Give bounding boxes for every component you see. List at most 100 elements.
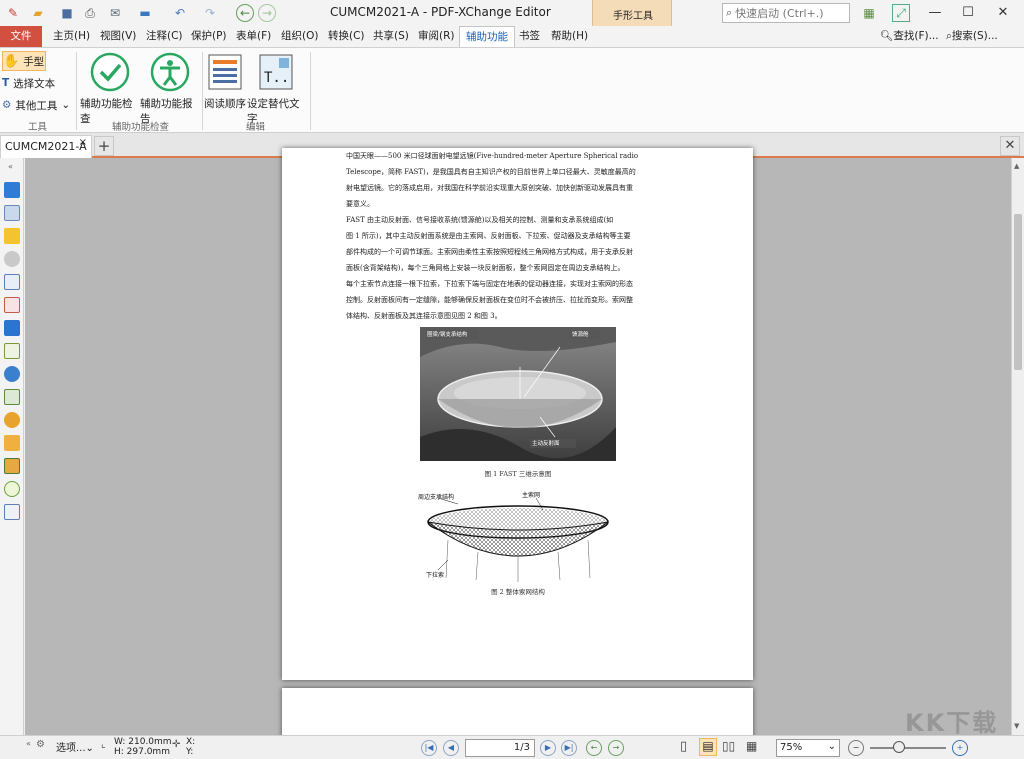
redo-icon[interactable]: ↷ bbox=[200, 4, 220, 22]
menu-help[interactable]: 帮助(H) bbox=[551, 26, 588, 47]
menu-convert[interactable]: 转换(C) bbox=[328, 26, 365, 47]
menu-review[interactable]: 审阅(R) bbox=[418, 26, 455, 47]
menu-forms[interactable]: 表单(F) bbox=[236, 26, 271, 47]
window-title: CUMCM2021-A - PDF-XChange Editor bbox=[330, 5, 551, 19]
layers-icon[interactable] bbox=[4, 320, 20, 336]
new-tab-button[interactable]: + bbox=[94, 136, 114, 156]
single-page-icon[interactable]: ▯ bbox=[680, 739, 687, 754]
cursor-position-icon: ✛ bbox=[172, 739, 180, 750]
bookmarks-icon[interactable] bbox=[4, 182, 20, 198]
email-icon[interactable]: ✉ bbox=[104, 4, 126, 22]
properties-icon[interactable] bbox=[4, 504, 20, 520]
prev-page-button[interactable]: ◀ bbox=[443, 740, 459, 756]
forward-icon[interactable]: → bbox=[258, 4, 276, 22]
text-cursor-icon: T bbox=[2, 77, 9, 89]
close-document-button[interactable]: ✕ bbox=[1000, 136, 1020, 156]
cursor-y: Y: bbox=[186, 747, 195, 757]
menu-protect[interactable]: 保护(P) bbox=[191, 26, 227, 47]
tags-icon[interactable] bbox=[4, 389, 20, 405]
page-height: H: 297.0mm bbox=[114, 747, 172, 757]
zoom-slider-track[interactable] bbox=[870, 747, 946, 749]
accessibility-check-button[interactable]: 辅助功能检查 bbox=[80, 52, 140, 126]
other-tools-button[interactable]: ⚙ 其他工具 ⌄ bbox=[2, 95, 70, 115]
fig1-label-ring: 圈梁/钢支承结构 bbox=[427, 330, 467, 338]
accessibility-panel-icon[interactable] bbox=[4, 481, 20, 497]
next-page-button[interactable]: ▶ bbox=[540, 740, 556, 756]
order-icon[interactable] bbox=[4, 458, 20, 474]
menu-view[interactable]: 视图(V) bbox=[100, 26, 136, 47]
status-left-arrow-icon[interactable]: « bbox=[26, 739, 31, 748]
menu-file[interactable]: 文件 bbox=[0, 26, 42, 47]
fig2-label-cable-net: 主索网 bbox=[522, 490, 540, 499]
ribbon-separator bbox=[310, 52, 311, 130]
menu-accessibility[interactable]: 辅助功能 bbox=[459, 26, 515, 47]
menu-share[interactable]: 共享(S) bbox=[373, 26, 409, 47]
sidebar-expand-icon[interactable]: « bbox=[8, 162, 13, 171]
fig2-label-downward-cable: 下拉索 bbox=[426, 570, 444, 579]
cable-net-diagram bbox=[418, 490, 618, 582]
fullscreen-icon[interactable]: ⤢ bbox=[892, 4, 910, 22]
print-icon[interactable]: ⎙ bbox=[80, 4, 100, 22]
articles-icon[interactable] bbox=[4, 435, 20, 451]
context-group-title: 手形工具 bbox=[593, 7, 673, 22]
content-icon[interactable] bbox=[4, 274, 20, 290]
menu-bookmarks[interactable]: 书签 bbox=[519, 26, 540, 47]
next-view-button[interactable]: → bbox=[608, 740, 624, 756]
find-button[interactable]: 🔍︎查找(F)... bbox=[880, 26, 939, 47]
zoom-select[interactable]: 75% ⌄ bbox=[776, 739, 840, 757]
links-icon[interactable] bbox=[4, 412, 20, 428]
prev-view-button[interactable]: ← bbox=[586, 740, 602, 756]
zoom-slider-thumb[interactable] bbox=[893, 741, 905, 753]
scroll-down-icon[interactable]: ▼ bbox=[1014, 722, 1019, 730]
page-number-input[interactable]: 1/3 bbox=[465, 739, 535, 757]
last-page-button[interactable]: ▶| bbox=[561, 740, 577, 756]
hand-tool-button[interactable]: ✋ 手型 bbox=[2, 51, 46, 71]
quick-launch-search[interactable]: ⌕ 快速启动 (Ctrl+.) bbox=[722, 3, 850, 23]
first-page-button[interactable]: |◀ bbox=[421, 740, 437, 756]
scrollbar-thumb[interactable] bbox=[1014, 214, 1022, 370]
chevron-down-icon: ⌄ bbox=[61, 99, 70, 111]
zoom-in-button[interactable]: + bbox=[952, 740, 968, 756]
thumbnails-icon[interactable] bbox=[4, 205, 20, 221]
menu-organize[interactable]: 组织(O) bbox=[281, 26, 318, 47]
attachments-icon[interactable] bbox=[4, 251, 20, 267]
accessibility-report-button[interactable]: 辅助功能报告 bbox=[140, 52, 200, 126]
gear-icon: ⚙ bbox=[2, 99, 11, 111]
scroll-up-icon[interactable]: ▲ bbox=[1014, 162, 1019, 170]
zoom-chevron-icon: ⌄ bbox=[828, 741, 836, 752]
fig1-label-cabin: 馈源舱 bbox=[572, 330, 589, 338]
scan-icon[interactable]: ▬ bbox=[134, 4, 156, 22]
facing-continuous-icon[interactable]: ▦ bbox=[746, 739, 757, 753]
close-window-button[interactable]: ✕ bbox=[988, 3, 1018, 23]
signatures-icon[interactable] bbox=[4, 343, 20, 359]
vertical-scrollbar[interactable]: ▲ ▼ bbox=[1011, 158, 1024, 735]
close-tab-icon[interactable]: × bbox=[79, 137, 87, 148]
form-fields-icon[interactable] bbox=[4, 297, 20, 313]
fig1-label-reflector: 主动反射面 bbox=[532, 439, 560, 447]
document-canvas[interactable]: 中国天眼——500 米口径球面射电望远镜(Five-hundred-meter … bbox=[25, 158, 1011, 735]
save-icon[interactable]: ■ bbox=[58, 4, 76, 22]
undo-icon[interactable]: ↶ bbox=[170, 4, 190, 22]
minimize-button[interactable]: — bbox=[920, 3, 950, 23]
set-alt-text-button[interactable]: T.. 设定替代文字 bbox=[247, 52, 305, 126]
maximize-button[interactable]: ☐ bbox=[953, 3, 983, 23]
select-text-button[interactable]: T 选择文本 bbox=[2, 73, 55, 93]
back-icon[interactable]: ← bbox=[236, 4, 254, 22]
document-tab[interactable]: CUMCM2021-A × bbox=[0, 135, 92, 158]
ui-options-icon[interactable]: ▦ bbox=[858, 4, 880, 22]
options-button[interactable]: 选项...⌄ bbox=[56, 739, 94, 754]
menu-home[interactable]: 主页(H) bbox=[53, 26, 90, 47]
menu-comment[interactable]: 注释(C) bbox=[146, 26, 183, 47]
search-button[interactable]: ⌕搜索(S)... bbox=[946, 26, 998, 47]
facing-pages-icon[interactable]: ▯▯ bbox=[722, 739, 735, 753]
app-logo-icon: ✎ bbox=[4, 4, 22, 22]
zoom-out-button[interactable]: − bbox=[848, 740, 864, 756]
continuous-page-icon[interactable]: ▤ bbox=[699, 738, 717, 756]
comments-icon[interactable] bbox=[4, 228, 20, 244]
destinations-icon[interactable] bbox=[4, 366, 20, 382]
open-folder-icon[interactable]: ▰ bbox=[28, 4, 48, 22]
cursor-x: X: bbox=[186, 737, 195, 747]
reading-order-button[interactable]: 阅读顺序 bbox=[204, 52, 246, 111]
ribbon-separator bbox=[202, 52, 203, 130]
quick-launch-placeholder: 快速启动 (Ctrl+.) bbox=[735, 5, 823, 21]
